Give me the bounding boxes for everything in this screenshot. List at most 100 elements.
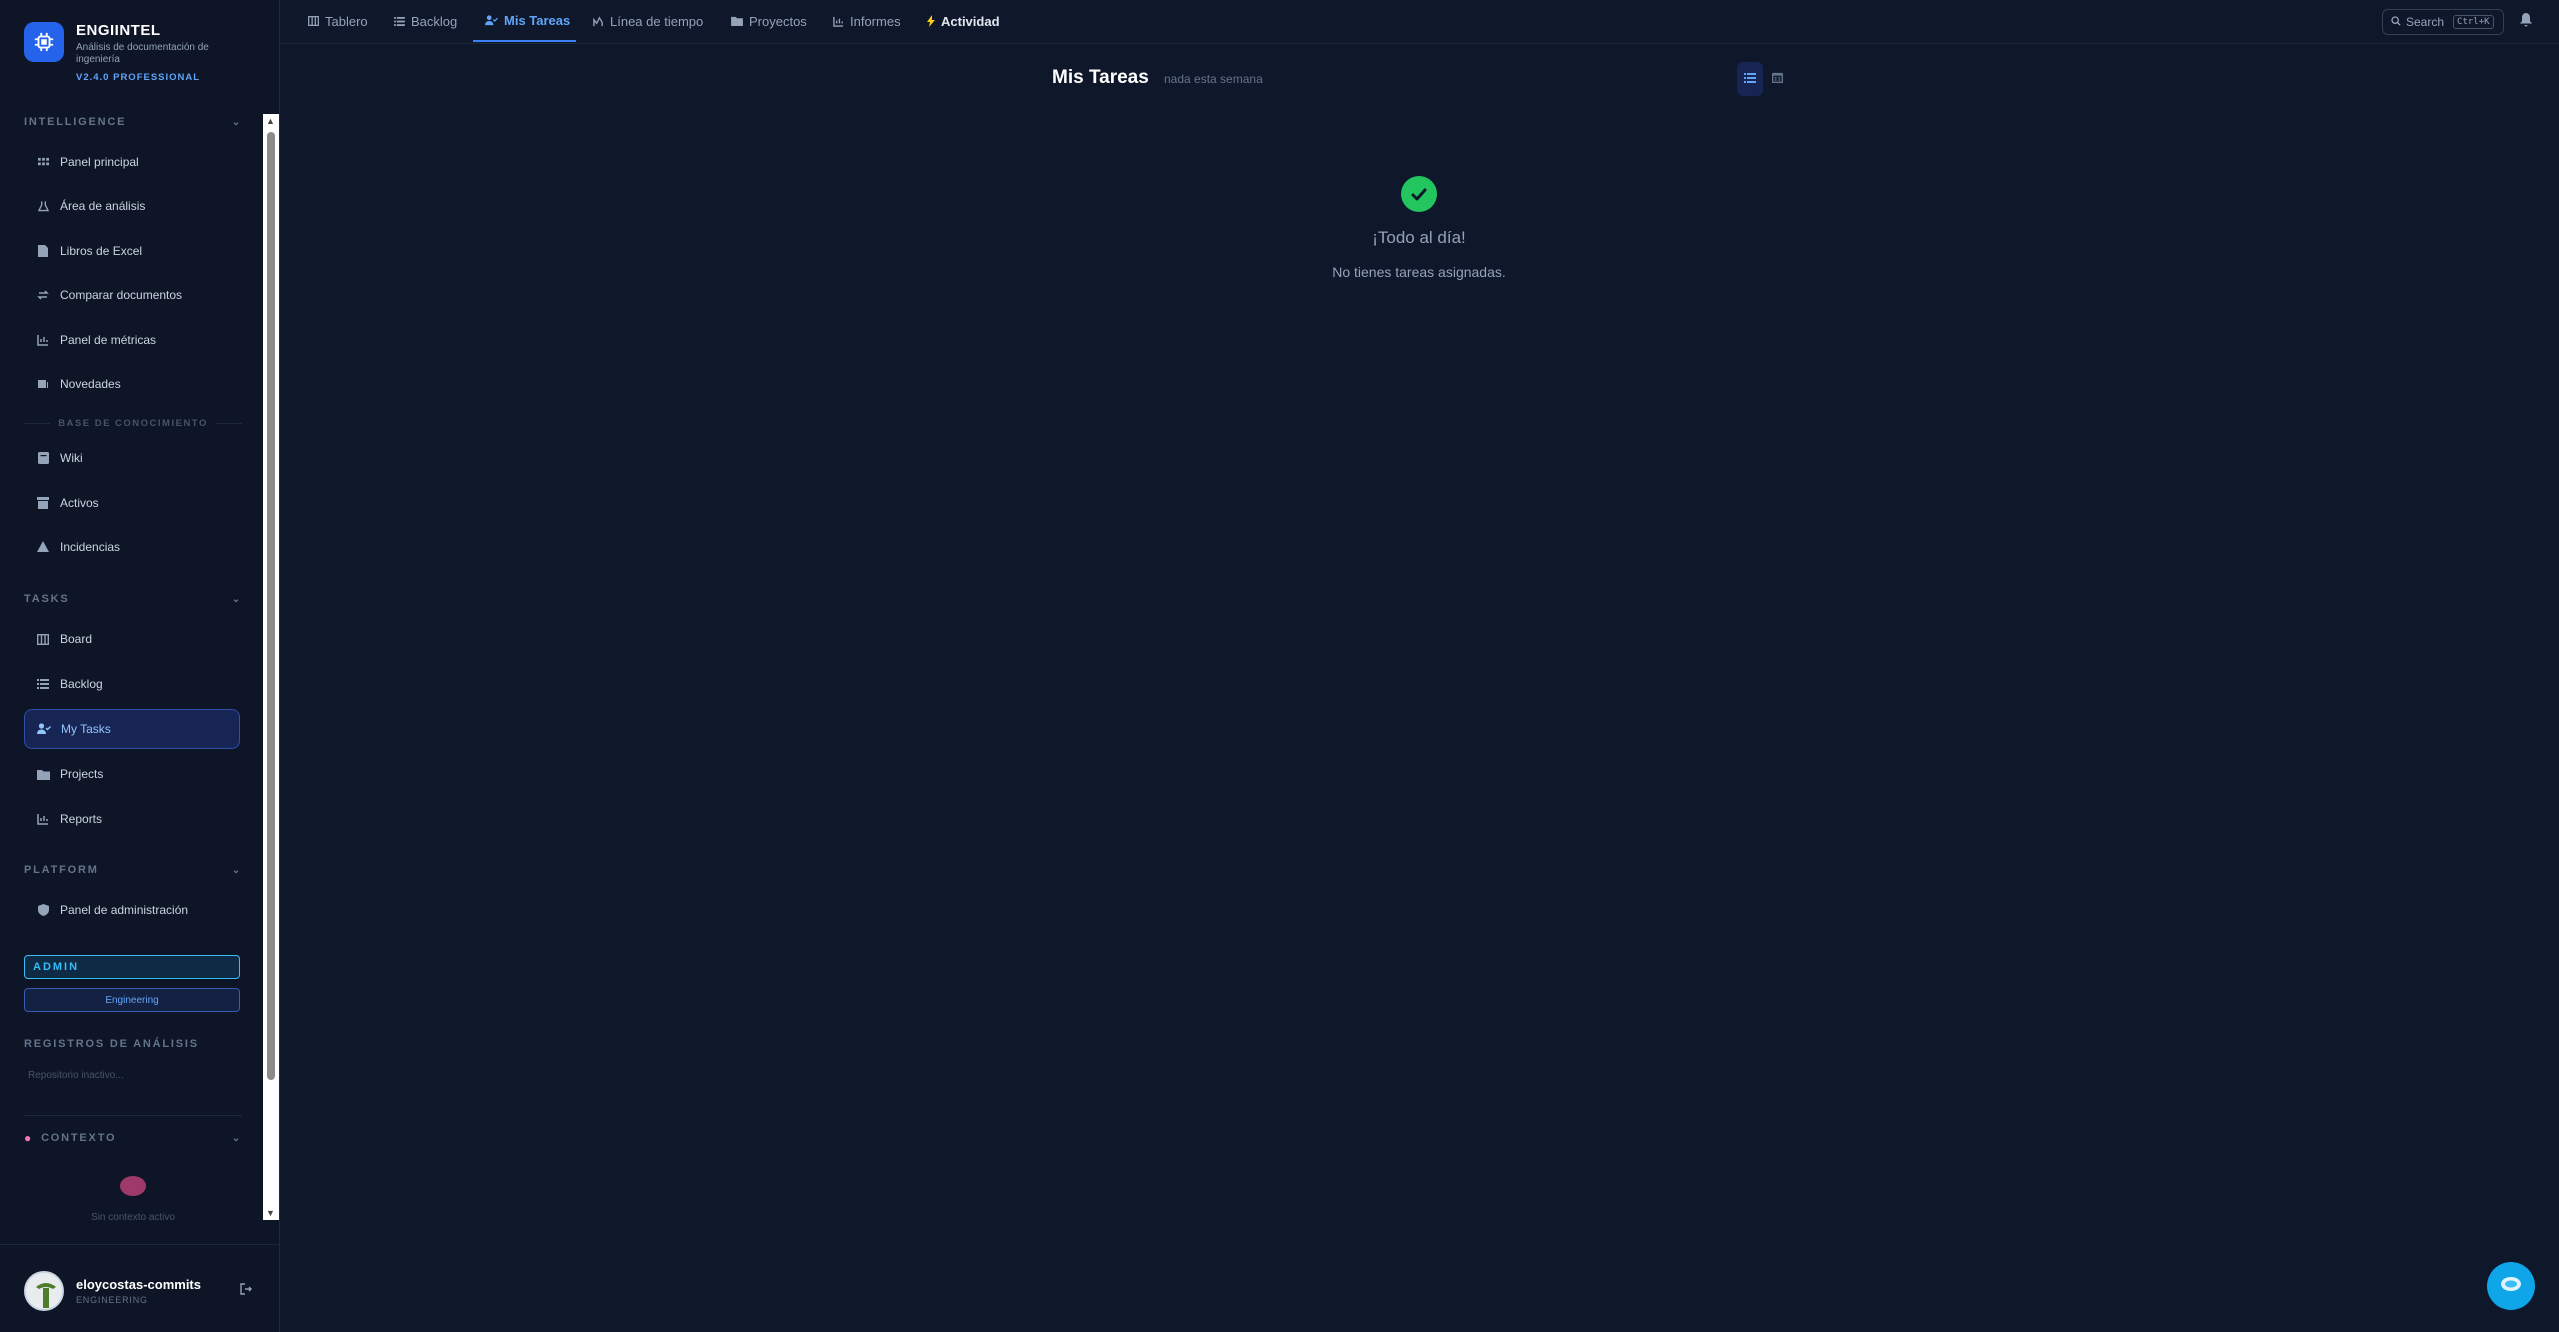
sidebar-item-incidencias[interactable]: Incidencias <box>24 527 240 567</box>
tab-proyectos[interactable]: Proyectos <box>731 0 807 42</box>
chart-icon <box>36 333 50 347</box>
sidebar-item-label: Novedades <box>60 377 121 391</box>
list-icon <box>1744 70 1756 88</box>
section-label: PLATFORM <box>24 864 99 876</box>
page-subtitle: nada esta semana <box>1164 72 1263 86</box>
sidebar-item-wiki[interactable]: Wiki <box>24 438 240 478</box>
grid-icon <box>36 155 50 169</box>
bell-icon[interactable] <box>2520 13 2532 32</box>
logout-icon[interactable] <box>240 1283 252 1298</box>
section-label: REGISTROS DE ANÁLISIS <box>24 1038 199 1050</box>
sidebar-item-label: Board <box>60 632 93 646</box>
section-label: CONTEXTO <box>41 1132 117 1144</box>
sidebar-item-label: Comparar documentos <box>60 288 183 302</box>
flask-icon <box>36 199 50 213</box>
context-empty-text: Sin contexto activo <box>91 1212 175 1222</box>
section-label: TASKS <box>24 593 70 605</box>
tab-label: Actividad <box>941 13 1000 29</box>
tab-label: Línea de tiempo <box>610 13 704 29</box>
knowledge-separator: BASE DE CONOCIMIENTO <box>24 418 243 429</box>
user-check-icon <box>485 14 498 26</box>
sidebar: ENGIINTEL Análisis de documentación de i… <box>0 0 280 1332</box>
folder-icon <box>36 767 50 781</box>
chevron-down-icon: ⌄ <box>231 864 242 876</box>
tab-tablero[interactable]: Tablero <box>308 0 368 42</box>
chevron-down-icon: ⌄ <box>231 116 242 128</box>
scroll-down-icon[interactable]: ▼ <box>266 1208 275 1218</box>
section-label: BASE DE CONOCIMIENTO <box>58 418 208 429</box>
sidebar-item-projects[interactable]: Projects <box>24 754 240 794</box>
list-icon <box>394 16 405 26</box>
tab-label: Mis Tareas <box>504 12 571 28</box>
role-badge: ADMIN <box>24 955 240 979</box>
avatar[interactable] <box>24 1271 64 1311</box>
sidebar-item-area-analisis[interactable]: Área de análisis <box>24 186 240 226</box>
sidebar-item-reports[interactable]: Reports <box>24 799 240 839</box>
sidebar-item-novedades[interactable]: Novedades <box>24 364 240 404</box>
sidebar-item-activos[interactable]: Activos <box>24 483 240 523</box>
section-intelligence[interactable]: INTELLIGENCE ⌄ <box>24 116 242 128</box>
search-button[interactable]: Search Ctrl+K <box>2382 9 2504 35</box>
empty-state-title: ¡Todo al día! <box>1372 228 1466 247</box>
scroll-up-icon[interactable]: ▲ <box>266 116 275 126</box>
news-icon <box>36 377 50 391</box>
board-icon <box>308 16 319 26</box>
book-icon <box>36 451 50 465</box>
sidebar-item-admin-panel[interactable]: Panel de administración <box>24 890 240 930</box>
chart-icon <box>36 812 50 826</box>
scrollbar-thumb[interactable] <box>267 132 275 1080</box>
tab-linea-tiempo[interactable]: Línea de tiempo <box>593 0 703 42</box>
sidebar-item-label: Reports <box>60 812 103 826</box>
logs-empty-text: Repositorio inactivo... <box>28 1070 124 1081</box>
list-icon <box>36 677 50 691</box>
sidebar-scroll-area: INTELLIGENCE ⌄ Panel principal Área de a… <box>0 112 262 1222</box>
chevron-down-icon: ⌄ <box>231 1132 242 1144</box>
brand-title: ENGIINTEL <box>76 22 161 39</box>
chart-icon <box>833 16 844 27</box>
folder-icon <box>731 16 743 26</box>
tab-label: Informes <box>850 13 901 29</box>
chevron-down-icon: ⌄ <box>231 593 242 605</box>
chip-logo-icon <box>24 22 64 62</box>
sidebar-item-my-tasks[interactable]: My Tasks <box>24 709 240 749</box>
brand-version: V2.4.0 PROFESSIONAL <box>76 72 201 83</box>
sidebar-item-board[interactable]: Board <box>24 619 240 659</box>
sidebar-item-panel-metricas[interactable]: Panel de métricas <box>24 320 240 360</box>
sidebar-item-libros-excel[interactable]: Libros de Excel <box>24 231 240 271</box>
brain-icon: ● <box>24 1131 34 1145</box>
calendar-view-button[interactable] <box>1764 62 1790 96</box>
shield-icon <box>36 903 50 917</box>
list-view-button[interactable] <box>1737 62 1763 96</box>
section-platform[interactable]: PLATFORM ⌄ <box>24 864 242 876</box>
file-icon <box>36 244 50 258</box>
team-badge: Engineering <box>24 988 240 1012</box>
brand-subtitle: Análisis de documentación de ingeniería <box>76 42 209 65</box>
sidebar-item-panel-principal[interactable]: Panel principal <box>24 142 240 182</box>
brand[interactable]: ENGIINTEL Análisis de documentación de i… <box>24 22 226 83</box>
sidebar-item-label: Wiki <box>60 451 83 465</box>
tab-mis-tareas[interactable]: Mis Tareas <box>473 0 576 42</box>
calendar-icon <box>1771 70 1783 88</box>
search-label: Search <box>2406 15 2445 29</box>
sidebar-item-label: Libros de Excel <box>60 244 143 258</box>
sidebar-item-label: Backlog <box>60 677 103 691</box>
section-tasks[interactable]: TASKS ⌄ <box>24 593 242 605</box>
brain-icon <box>120 1176 146 1196</box>
sidebar-item-backlog[interactable]: Backlog <box>24 664 240 704</box>
section-analysis-logs: REGISTROS DE ANÁLISIS <box>24 1038 242 1050</box>
archive-icon <box>36 496 50 510</box>
user-profile[interactable]: eloycostas-commits ENGINEERING <box>0 1244 280 1332</box>
sidebar-scrollbar[interactable]: ▲ ▼ <box>263 114 279 1220</box>
sidebar-item-label: My Tasks <box>61 722 111 736</box>
chat-button[interactable] <box>2487 1262 2535 1310</box>
board-icon <box>36 632 50 646</box>
sidebar-item-label: Activos <box>60 496 99 510</box>
tab-backlog[interactable]: Backlog <box>394 0 457 42</box>
top-navigation: Tablero Backlog Mis Tareas Línea de tiem… <box>281 0 2559 44</box>
sidebar-item-comparar-documentos[interactable]: Comparar documentos <box>24 275 240 315</box>
tab-informes[interactable]: Informes <box>833 0 901 42</box>
warning-icon <box>36 540 50 554</box>
sidebar-item-label: Incidencias <box>60 540 121 554</box>
section-context[interactable]: ● CONTEXTO ⌄ <box>24 1131 242 1145</box>
tab-actividad[interactable]: Actividad <box>927 0 1000 42</box>
